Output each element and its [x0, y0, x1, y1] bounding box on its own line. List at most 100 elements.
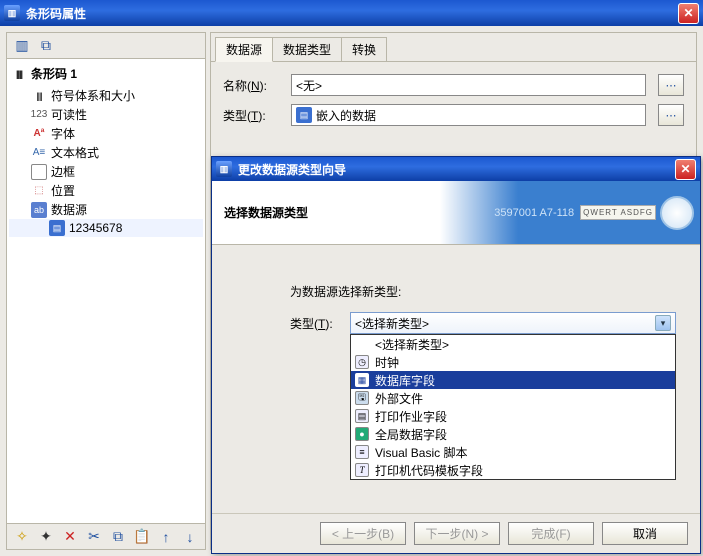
left-panel: ▥ ⧉ |||| 条形码 1 |||| 符号体系和大小 123 可读性 Aª [6, 32, 206, 550]
dropdown-list: <选择新类型> ◷ 时钟 ▦ 数据库字段 🖫 外部文件 [350, 334, 676, 480]
copy-icon[interactable]: ⧉ [107, 526, 129, 548]
type-browse-button[interactable]: ⋯ [658, 104, 684, 126]
option-clock[interactable]: ◷ 时钟 [351, 353, 675, 371]
tree-item-position[interactable]: ⬚ 位置 [9, 181, 203, 200]
option-database-field[interactable]: ▦ 数据库字段 [351, 371, 675, 389]
cut-icon[interactable]: ✂ [83, 526, 105, 548]
tree-item-readability[interactable]: 123 可读性 [9, 105, 203, 124]
dialog-close-button[interactable]: ✕ [675, 159, 696, 180]
option-placeholder[interactable]: <选择新类型> [351, 335, 675, 353]
tree-item-dsvalue[interactable]: ▤ 12345678 [9, 219, 203, 237]
dialog-prompt: 为数据源选择新类型: [290, 283, 676, 300]
tree-item-label: 符号体系和大小 [51, 87, 135, 104]
back-button[interactable]: < 上一步(B) [320, 522, 406, 545]
data-icon: ▤ [296, 107, 312, 123]
button-label: 完成(F) [531, 525, 570, 542]
dialog-footer: < 上一步(B) 下一步(N) > 完成(F) 取消 [212, 513, 700, 553]
option-label: Visual Basic 脚本 [375, 444, 467, 461]
toolbar-copy-icon[interactable]: ⧉ [35, 35, 57, 57]
name-label: 名称(N): [223, 77, 283, 94]
dialog-body: 为数据源选择新类型: 类型(T): <选择新类型> ▾ <选择新类型> ◷ [212, 245, 700, 513]
delete-icon[interactable]: ✕ [59, 526, 81, 548]
dialog-titlebar: ▥ 更改数据源类型向导 ✕ [212, 157, 700, 181]
name-field[interactable]: <无> [291, 74, 646, 96]
tree-item-border[interactable]: 边框 [9, 162, 203, 181]
app-icon: ▥ [4, 5, 20, 21]
globe-icon: ● [355, 427, 369, 441]
database-icon: ▦ [355, 373, 369, 387]
fx-icon[interactable]: ✦ [35, 526, 57, 548]
tab-transform[interactable]: 转换 [341, 37, 387, 61]
tabs: 数据源 数据类型 转换 [211, 33, 696, 62]
tree-item-datasource[interactable]: ab 数据源 [9, 200, 203, 219]
option-label: 时钟 [375, 354, 399, 371]
option-vb-script[interactable]: ≡ Visual Basic 脚本 [351, 443, 675, 461]
tree-item-label: 12345678 [69, 221, 122, 235]
tree-item-font[interactable]: Aª 字体 [9, 124, 203, 143]
app-icon: ▥ [216, 161, 232, 177]
clock-icon [660, 196, 694, 230]
tree-root[interactable]: |||| 条形码 1 [9, 63, 203, 86]
dialog-banner: 选择数据源类型 3597001 A7-118 QWERT ASDFG [212, 181, 700, 245]
barcode-icon: |||| [11, 66, 27, 82]
window-close-button[interactable]: ✕ [678, 3, 699, 24]
tree-root-label: 条形码 1 [31, 65, 77, 82]
left-toolbar: ▥ ⧉ [7, 33, 205, 59]
next-button[interactable]: 下一步(N) > [414, 522, 500, 545]
barcode-icon: |||| [31, 88, 47, 104]
printjob-icon: ▤ [355, 409, 369, 423]
option-printer-code-template[interactable]: T 打印机代码模板字段 [351, 461, 675, 479]
banner-decoration: 3597001 A7-118 QWERT ASDFG [440, 181, 700, 244]
type-select[interactable]: <选择新类型> ▾ <选择新类型> ◷ 时钟 ▦ [350, 312, 676, 334]
up-icon[interactable]: ↑ [155, 526, 177, 548]
paste-icon[interactable]: 📋 [131, 526, 153, 548]
banner-title: 选择数据源类型 [224, 204, 308, 221]
option-global-data-field[interactable]: ● 全局数据字段 [351, 425, 675, 443]
window-titlebar: ▥ 条形码属性 ✕ [0, 0, 703, 26]
tab-label: 数据类型 [283, 43, 331, 57]
cancel-button[interactable]: 取消 [602, 522, 688, 545]
option-label: <选择新类型> [375, 336, 449, 353]
down-icon[interactable]: ↓ [179, 526, 201, 548]
tree-item-label: 字体 [51, 125, 75, 142]
num-icon: 123 [31, 107, 47, 123]
select-value: <选择新类型> [355, 315, 429, 332]
vb-icon: ≡ [355, 445, 369, 459]
change-datasource-wizard-dialog: ▥ 更改数据源类型向导 ✕ 选择数据源类型 3597001 A7-118 QWE… [211, 156, 701, 554]
tree: |||| 条形码 1 |||| 符号体系和大小 123 可读性 Aª 字体 A≡ [7, 59, 205, 523]
type-field[interactable]: ▤ 嵌入的数据 [291, 104, 646, 126]
tree-bottom-toolbar: ✧ ✦ ✕ ✂ ⧉ 📋 ↑ ↓ [7, 523, 205, 549]
type-value: 嵌入的数据 [316, 107, 376, 124]
option-label: 打印作业字段 [375, 408, 447, 425]
tab-label: 数据源 [226, 43, 262, 57]
browse-icon: ⋯ [666, 79, 677, 92]
option-label: 数据库字段 [375, 372, 435, 389]
tree-item-label: 边框 [51, 163, 75, 180]
chevron-down-icon: ▾ [655, 315, 671, 331]
tree-item-label: 数据源 [51, 201, 87, 218]
tree-item-label: 可读性 [51, 106, 87, 123]
button-label: < 上一步(B) [332, 525, 394, 542]
type-label: 类型(T): [223, 107, 283, 124]
text-icon: A≡ [31, 145, 47, 161]
tab-datatype[interactable]: 数据类型 [272, 37, 342, 61]
toolbar-barcode-icon[interactable]: ▥ [11, 35, 33, 57]
tree-item-textformat[interactable]: A≡ 文本格式 [9, 143, 203, 162]
option-external-file[interactable]: 🖫 外部文件 [351, 389, 675, 407]
tree-item-label: 文本格式 [51, 144, 99, 161]
dialog-type-label: 类型(T): [290, 312, 340, 332]
option-print-job-field[interactable]: ▤ 打印作业字段 [351, 407, 675, 425]
border-icon [31, 164, 47, 180]
tab-label: 转换 [352, 43, 376, 57]
name-browse-button[interactable]: ⋯ [658, 74, 684, 96]
datasource-icon: ab [31, 202, 47, 218]
button-label: 下一步(N) > [425, 525, 488, 542]
option-label: 全局数据字段 [375, 426, 447, 443]
tab-datasource[interactable]: 数据源 [215, 37, 273, 62]
data-icon: ▤ [49, 220, 65, 236]
finish-button[interactable]: 完成(F) [508, 522, 594, 545]
select-box[interactable]: <选择新类型> ▾ [350, 312, 676, 334]
tree-item-label: 位置 [51, 182, 75, 199]
wand-icon[interactable]: ✧ [11, 526, 33, 548]
tree-item-symbology[interactable]: |||| 符号体系和大小 [9, 86, 203, 105]
